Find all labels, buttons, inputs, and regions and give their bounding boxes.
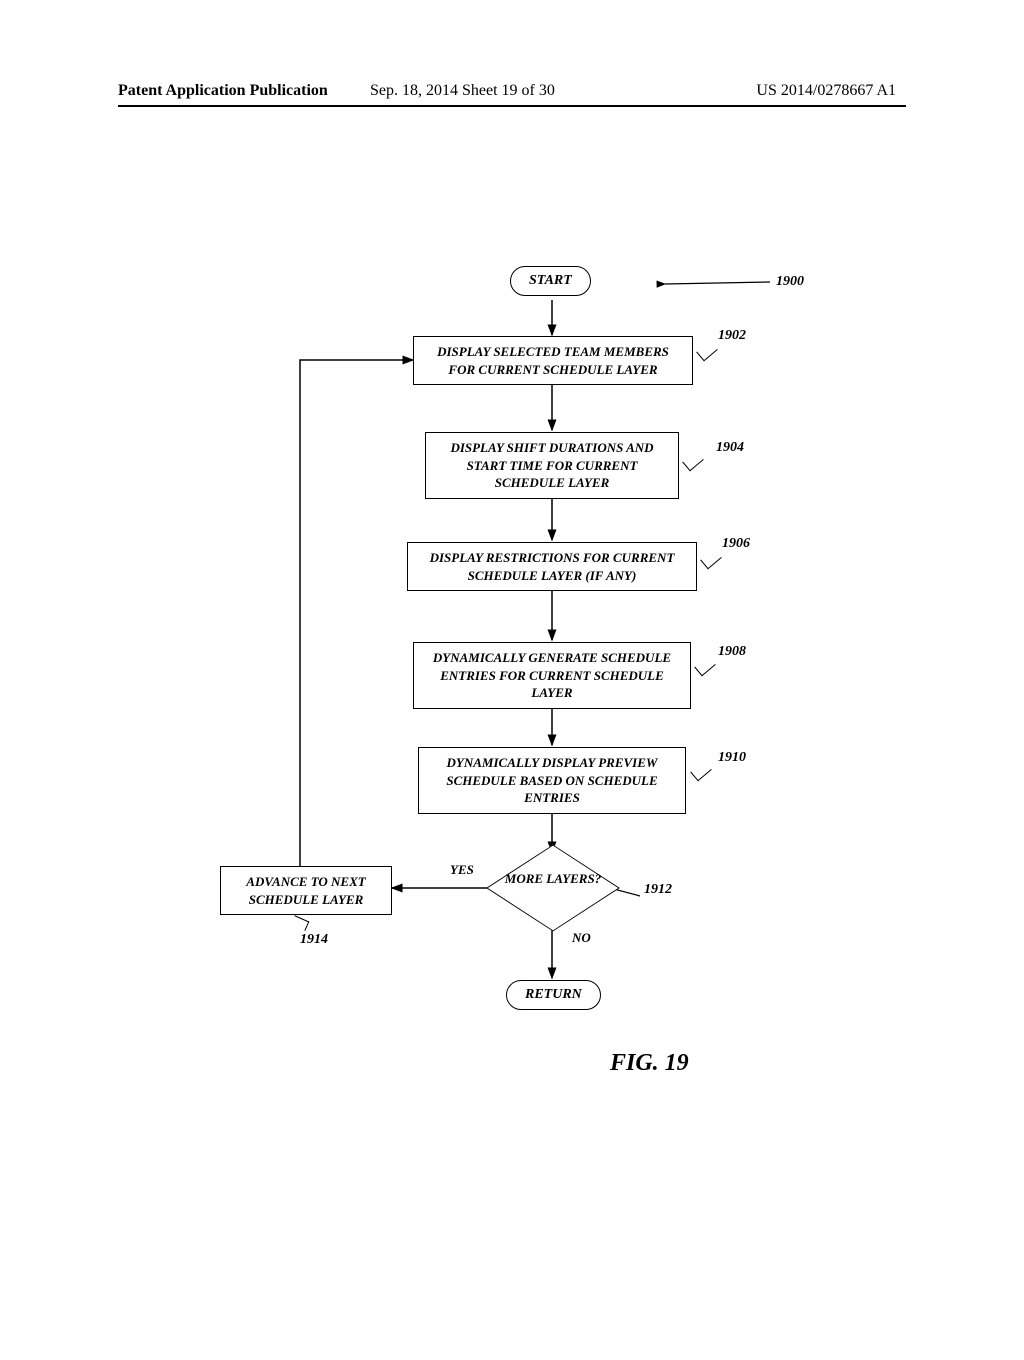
process-1914-label: ADVANCE TO NEXT SCHEDULE LAYER <box>246 874 365 907</box>
ref-tick-1902 <box>696 341 718 362</box>
terminal-return-label: RETURN <box>525 987 582 1002</box>
ref-1902: 1902 <box>718 328 746 344</box>
terminal-return: RETURN <box>506 980 601 1010</box>
process-1910-label: DYNAMICALLY DISPLAY PREVIEW SCHEDULE BAS… <box>446 755 657 805</box>
edge-no: NO <box>572 930 591 946</box>
process-1904: DISPLAY SHIFT DURATIONS AND START TIME F… <box>425 432 679 499</box>
ref-tick-1906 <box>700 549 722 570</box>
page-header: Patent Application Publication Sep. 18, … <box>0 82 1024 100</box>
ref-1912: 1912 <box>644 882 672 898</box>
edge-yes: YES <box>450 862 474 878</box>
decision-1912-shape <box>486 845 620 932</box>
process-1902-label: DISPLAY SELECTED TEAM MEMBERS FOR CURREN… <box>437 344 669 377</box>
header-rule <box>118 105 906 107</box>
process-1906: DISPLAY RESTRICTIONS FOR CURRENT SCHEDUL… <box>407 542 697 591</box>
terminal-start-label: START <box>529 273 572 288</box>
ref-1908: 1908 <box>718 644 746 660</box>
figure-label: FIG. 19 <box>610 1050 689 1077</box>
ref-tick-1908 <box>694 656 716 677</box>
ref-1904: 1904 <box>716 440 744 456</box>
decision-1912-label: MORE LAYERS? <box>498 871 608 887</box>
process-1904-label: DISPLAY SHIFT DURATIONS AND START TIME F… <box>450 440 653 490</box>
header-center: Sep. 18, 2014 Sheet 19 of 30 <box>370 82 555 100</box>
ref-1900: 1900 <box>776 274 804 290</box>
header-right: US 2014/0278667 A1 <box>756 82 896 100</box>
process-1914: ADVANCE TO NEXT SCHEDULE LAYER <box>220 866 392 915</box>
process-1908-label: DYNAMICALLY GENERATE SCHEDULE ENTRIES FO… <box>433 650 671 700</box>
ref-1906: 1906 <box>722 536 750 552</box>
process-1906-label: DISPLAY RESTRICTIONS FOR CURRENT SCHEDUL… <box>430 550 675 583</box>
ref-tick-1904 <box>682 451 704 472</box>
ref-1910: 1910 <box>718 750 746 766</box>
ref-1914: 1914 <box>300 932 328 948</box>
process-1910: DYNAMICALLY DISPLAY PREVIEW SCHEDULE BAS… <box>418 747 686 814</box>
ref-tick-1914 <box>291 915 310 931</box>
ref-tick-1910 <box>690 761 712 782</box>
terminal-start: START <box>510 266 591 296</box>
decision-1912: MORE LAYERS? <box>498 853 608 923</box>
process-1908: DYNAMICALLY GENERATE SCHEDULE ENTRIES FO… <box>413 642 691 709</box>
process-1902: DISPLAY SELECTED TEAM MEMBERS FOR CURREN… <box>413 336 693 385</box>
header-left: Patent Application Publication <box>118 82 328 100</box>
